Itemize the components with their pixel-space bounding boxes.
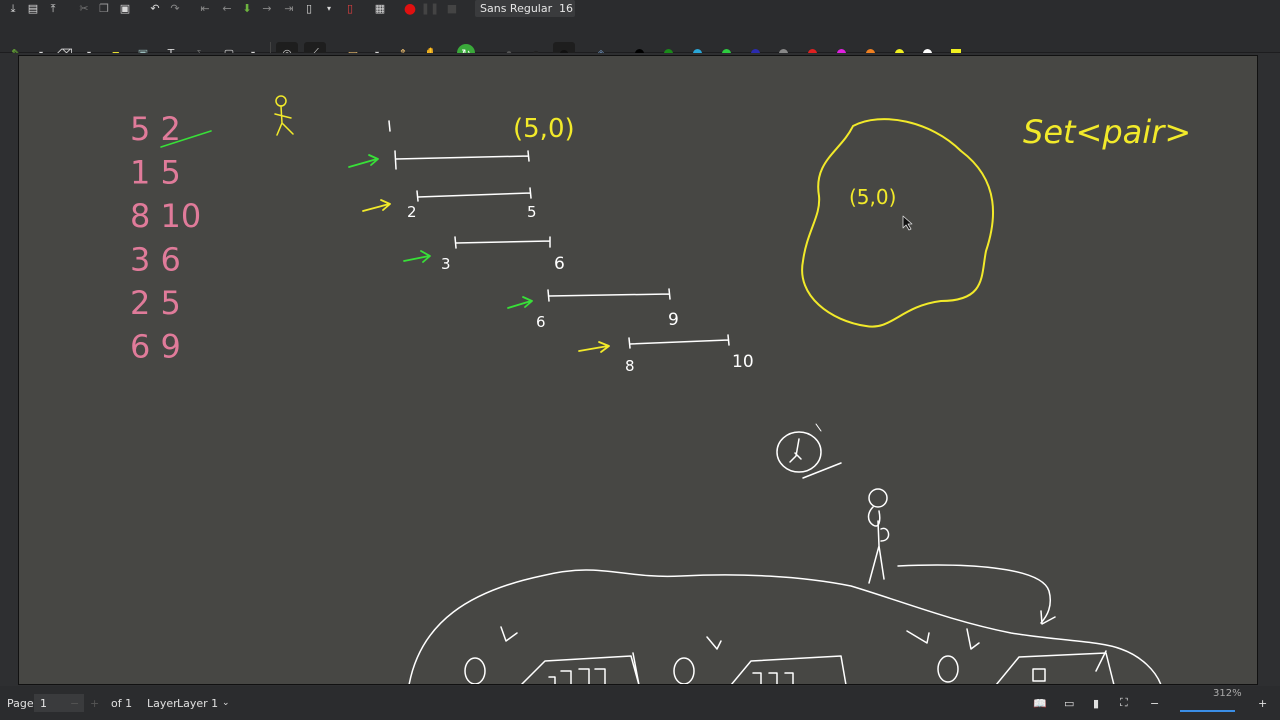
cut-icon[interactable]: ✂ [75,0,93,17]
save-icon[interactable]: ⤓ [4,0,22,17]
zoom-out-icon[interactable]: − [1150,686,1159,720]
stop-icon[interactable]: ■ [443,0,461,17]
zoom-slider[interactable] [1180,710,1235,712]
stick-figure-small [274,95,294,136]
set-element-label: (5,0) [849,185,896,209]
drawing-page[interactable]: 5 21 58 10 3 62 56 9 2 5 3 6 6 9 8 10 (5… [18,55,1258,685]
mouse-cursor-icon [902,215,913,231]
redo-icon[interactable]: ↷ [166,0,184,17]
last-page-icon[interactable]: ⇥ [280,0,298,17]
zoom-level: 312% [1213,687,1242,699]
page-count: of 1 [111,696,133,710]
layer-select[interactable]: Layer 1 [177,686,218,720]
undo-icon[interactable]: ↶ [146,0,164,17]
pointer-arrows [348,154,610,353]
delete-page-icon[interactable]: ▯ [341,0,359,17]
zoom-in-icon[interactable]: + [1258,686,1267,720]
interval-labels: 2 5 3 6 6 9 8 10 [407,203,754,375]
layer-dropdown-icon[interactable]: ⌄ [222,686,230,720]
goto-page-icon[interactable]: ⬇ [238,0,256,17]
svg-text:10: 10 [732,352,754,372]
pause-icon[interactable]: ❚❚ [421,0,439,17]
pair-item: 6 9 [130,328,181,366]
pair-item: 2 5 [130,284,181,322]
page-label: Page [7,696,34,710]
font-size: 16 [559,2,573,15]
presentation-icon[interactable]: ▦ [371,0,389,17]
font-name: Sans Regular [480,2,553,15]
copy-icon[interactable]: ❐ [95,0,113,17]
export-icon[interactable]: ⤒ [44,0,62,17]
layer-label: Layer [147,696,178,710]
book-view-icon[interactable]: 📖 [1033,686,1047,720]
svg-text:6: 6 [554,254,565,274]
svg-text:5: 5 [527,203,537,221]
paired-pages-icon[interactable]: ▭ [1064,686,1074,720]
first-page-icon[interactable]: ⇤ [196,0,214,17]
paste-icon[interactable]: ▣ [116,0,134,17]
new-document-icon[interactable]: ▤ [24,0,42,17]
cloud-drawing [408,564,1162,684]
new-page-dropdown-icon[interactable]: ▾ [320,0,338,17]
stick-figure-person [867,488,890,584]
single-page-icon[interactable]: ▮ [1093,686,1099,720]
page-increment-icon[interactable]: + [90,686,99,720]
page-decrement-icon[interactable]: − [70,686,79,720]
svg-text:8: 8 [625,357,635,375]
pair-item: 8 10 [130,197,201,235]
font-selector[interactable]: Sans Regular 16 [475,0,575,17]
next-page-icon[interactable]: → [258,0,276,17]
svg-text:3: 3 [441,255,451,273]
svg-text:2: 2 [407,203,417,221]
set-blob [801,118,995,328]
pairs-list: 5 21 58 103 62 56 9 [130,110,201,366]
pair-item: 3 6 [130,241,181,279]
pair-item: 1 5 [130,154,181,192]
handwriting-canvas: 5 21 58 103 62 56 9 2 5 3 6 6 9 8 10 (5,… [130,95,1191,684]
svg-text:9: 9 [668,310,679,330]
previous-page-icon[interactable]: ← [218,0,236,17]
tools-toolbar: ✎ ▾ ⌫ ▾ ▰ ▣ T Σ ▢ ▾ ◎ ⟋ ▭ ▾ ⇕ ✋ ↻ ● ● ● … [0,18,1280,64]
fullscreen-icon[interactable]: ⛶ [1120,686,1128,720]
svg-text:6: 6 [536,313,546,331]
page-number-value: 1 [40,696,47,710]
top-pair-label: (5,0) [513,114,575,144]
new-page-icon[interactable]: ▯ [300,0,318,17]
main-toolbar: ⤓ ▤ ⤒ ✂ ❐ ▣ ↶ ↷ ⇤ ← ⬇ → ⇥ ▯ ▾ ▯ ▦ ● ❚❚ ■… [0,0,1280,18]
clock-figure [776,423,842,479]
status-bar: Page 1 − + of 1 Layer Layer 1 ⌄ 📖 ▭ ▮ ⛶ … [0,686,1280,720]
set-pair-title: Set<pair> [1023,113,1191,151]
record-icon[interactable]: ● [401,0,419,17]
